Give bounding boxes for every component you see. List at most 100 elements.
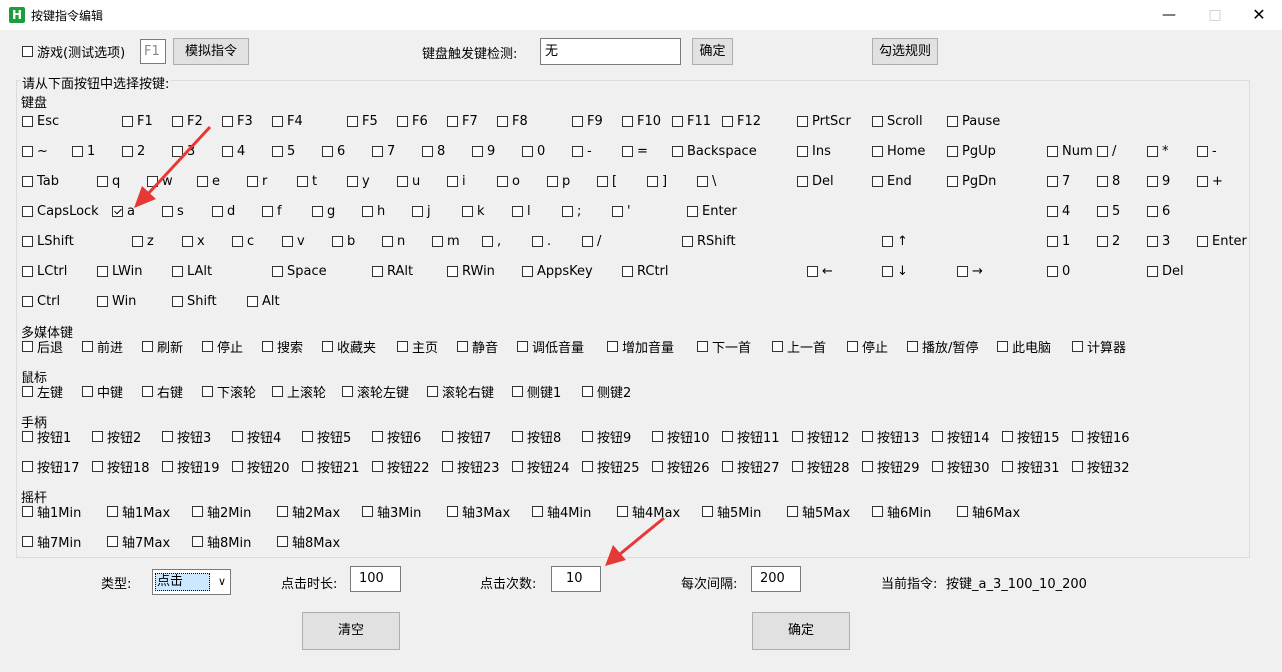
joystick-axis-checkbox[interactable]: 轴8Min [192,532,251,551]
media-key-checkbox[interactable]: 停止 [847,337,888,356]
gamepad-button-checkbox[interactable]: 按钮19 [162,457,220,476]
key-checkbox[interactable]: l [512,202,531,220]
key-checkbox[interactable]: , [482,232,501,250]
key-checkbox[interactable]: 4 [1047,202,1070,220]
key-checkbox[interactable]: Del [797,172,834,190]
key-checkbox[interactable]: z [132,232,154,250]
key-checkbox[interactable]: e [197,172,220,190]
key-checkbox[interactable]: LAlt [172,262,212,280]
key-checkbox[interactable]: Scroll [872,112,923,130]
media-key-checkbox[interactable]: 下一首 [697,337,751,356]
gamepad-button-checkbox[interactable]: 按钮4 [232,427,281,446]
joystick-axis-checkbox[interactable]: 轴4Max [617,502,680,521]
duration-field[interactable]: 100 [350,566,401,592]
key-checkbox[interactable]: o [497,172,520,190]
key-checkbox[interactable]: Shift [172,292,217,310]
mouse-button-checkbox[interactable]: 左键 [22,382,63,401]
gamepad-button-checkbox[interactable]: 按钮21 [302,457,360,476]
key-checkbox[interactable]: F3 [222,112,253,130]
key-checkbox[interactable]: h [362,202,385,220]
key-checkbox[interactable]: 0 [522,142,545,160]
key-checkbox[interactable]: x [182,232,205,250]
joystick-axis-checkbox[interactable]: 轴3Max [447,502,510,521]
close-icon[interactable]: ✕ [1236,0,1282,30]
key-checkbox[interactable]: 1 [72,142,95,160]
key-checkbox[interactable]: k [462,202,485,220]
key-checkbox[interactable]: n [382,232,405,250]
key-checkbox[interactable]: F1 [122,112,153,130]
key-checkbox[interactable]: 0 [1047,262,1070,280]
key-checkbox[interactable]: d [212,202,235,220]
key-checkbox[interactable]: F9 [572,112,603,130]
select-rule-button[interactable]: 勾选规则 [872,38,938,65]
key-checkbox[interactable]: q [97,172,120,190]
joystick-axis-checkbox[interactable]: 轴1Min [22,502,81,521]
media-key-checkbox[interactable]: 静音 [457,337,498,356]
joystick-axis-checkbox[interactable]: 轴6Min [872,502,931,521]
gamepad-button-checkbox[interactable]: 按钮17 [22,457,80,476]
key-checkbox[interactable]: F12 [722,112,761,130]
gamepad-button-checkbox[interactable]: 按钮12 [792,427,850,446]
media-key-checkbox[interactable]: 后退 [22,337,63,356]
count-field[interactable]: 10 [551,566,601,592]
mouse-button-checkbox[interactable]: 侧键2 [582,382,631,401]
key-checkbox[interactable]: LShift [22,232,74,250]
gamepad-button-checkbox[interactable]: 按钮29 [862,457,920,476]
key-checkbox[interactable]: Esc [22,112,59,130]
key-checkbox[interactable]: → [957,262,983,280]
media-key-checkbox[interactable]: 刷新 [142,337,183,356]
key-checkbox[interactable]: RShift [682,232,736,250]
key-checkbox[interactable]: j [412,202,431,220]
key-checkbox[interactable]: c [232,232,254,250]
gamepad-button-checkbox[interactable]: 按钮31 [1002,457,1060,476]
media-key-checkbox[interactable]: 增加音量 [607,337,674,356]
mouse-button-checkbox[interactable]: 上滚轮 [272,382,326,401]
key-checkbox[interactable]: Enter [1197,232,1247,250]
key-checkbox[interactable]: End [872,172,912,190]
key-checkbox[interactable]: i [447,172,466,190]
key-checkbox[interactable]: LWin [97,262,142,280]
ok-button[interactable]: 确定 [752,612,850,650]
gamepad-button-checkbox[interactable]: 按钮22 [372,457,430,476]
key-checkbox[interactable]: u [397,172,420,190]
key-checkbox[interactable]: PgDn [947,172,996,190]
game-test-checkbox[interactable]: 游戏(测试选项) [22,42,125,61]
key-checkbox[interactable]: Home [872,142,925,160]
mouse-button-checkbox[interactable]: 右键 [142,382,183,401]
joystick-axis-checkbox[interactable]: 轴7Min [22,532,81,551]
key-checkbox[interactable]: Backspace [672,142,757,160]
key-checkbox[interactable]: / [582,232,601,250]
gamepad-button-checkbox[interactable]: 按钮1 [22,427,71,446]
gamepad-button-checkbox[interactable]: 按钮5 [302,427,351,446]
joystick-axis-checkbox[interactable]: 轴6Max [957,502,1020,521]
key-checkbox[interactable]: 2 [1097,232,1120,250]
key-checkbox[interactable]: 5 [272,142,295,160]
mouse-button-checkbox[interactable]: 滚轮右键 [427,382,494,401]
gamepad-button-checkbox[interactable]: 按钮28 [792,457,850,476]
key-checkbox[interactable]: . [532,232,551,250]
key-checkbox[interactable]: \ [697,172,716,190]
key-checkbox[interactable]: PgUp [947,142,996,160]
key-checkbox[interactable]: ' [612,202,631,220]
key-checkbox[interactable]: p [547,172,570,190]
joystick-axis-checkbox[interactable]: 轴7Max [107,532,170,551]
gamepad-button-checkbox[interactable]: 按钮10 [652,427,710,446]
key-checkbox[interactable]: 9 [1147,172,1170,190]
media-key-checkbox[interactable]: 主页 [397,337,438,356]
key-checkbox[interactable]: f [262,202,282,220]
key-checkbox[interactable]: g [312,202,335,220]
joystick-axis-checkbox[interactable]: 轴2Max [277,502,340,521]
gamepad-button-checkbox[interactable]: 按钮20 [232,457,290,476]
key-checkbox[interactable]: Space [272,262,327,280]
detect-confirm-button[interactable]: 确定 [692,38,733,65]
key-checkbox[interactable]: + [1197,172,1223,190]
key-checkbox[interactable]: ; [562,202,581,220]
key-checkbox[interactable]: Num [1047,142,1093,160]
key-checkbox[interactable]: [ [597,172,617,190]
detect-field[interactable]: 无 [540,38,681,65]
gamepad-button-checkbox[interactable]: 按钮2 [92,427,141,446]
key-checkbox[interactable]: PrtScr [797,112,851,130]
gamepad-button-checkbox[interactable]: 按钮27 [722,457,780,476]
key-checkbox[interactable]: Tab [22,172,59,190]
gamepad-button-checkbox[interactable]: 按钮14 [932,427,990,446]
